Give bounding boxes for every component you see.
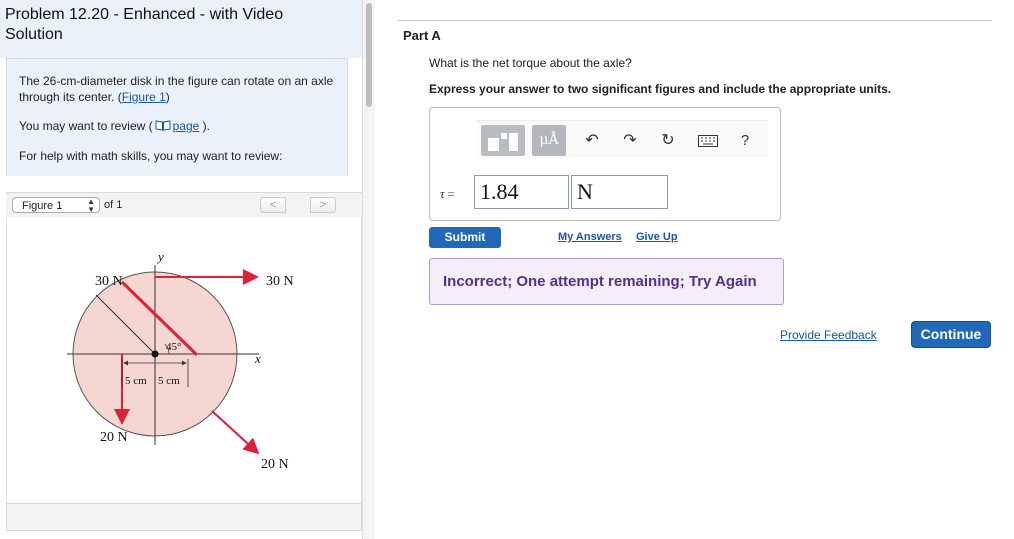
- figure-next-button[interactable]: >: [310, 197, 336, 213]
- figure-count: of 1: [104, 199, 123, 211]
- label-dim-left: 5 cm: [125, 375, 147, 387]
- label-dim-right: 5 cm: [158, 375, 180, 387]
- give-up-link[interactable]: Give Up: [636, 231, 678, 243]
- figure-prev-button[interactable]: <: [260, 197, 286, 213]
- template-icon[interactable]: [481, 125, 525, 156]
- review-prefix: You may want to review (: [19, 119, 153, 133]
- disk-figure: 30 N 30 N 20 N 20 N y x 45° 5 cm 5 cm: [67, 249, 294, 472]
- label-20n-right: 20 N: [261, 457, 289, 472]
- figure-select[interactable]: Figure 1 ▲ ▼: [12, 197, 100, 214]
- arrow-20n-right: [211, 410, 260, 455]
- review-suffix: ).: [202, 119, 211, 133]
- help-icon[interactable]: ?: [735, 125, 755, 156]
- continue-button[interactable]: Continue: [911, 321, 991, 348]
- keyboard-icon[interactable]: [695, 125, 721, 156]
- reset-icon[interactable]: ↻: [657, 125, 679, 156]
- problem-header: Problem 12.20 - Enhanced - with Video So…: [0, 0, 362, 58]
- units-button[interactable]: μÅ: [532, 125, 566, 156]
- figure-select-value: Figure 1: [22, 200, 63, 212]
- figure-footer: [6, 503, 362, 531]
- select-arrows-icon: ▲ ▼: [87, 197, 95, 214]
- left-scrollbar[interactable]: [362, 0, 375, 539]
- label-y-axis: y: [156, 249, 164, 264]
- tau-label: τ =: [440, 186, 454, 202]
- axle: [151, 350, 159, 358]
- figure-link[interactable]: Figure 1: [122, 90, 166, 104]
- template-block-right: [509, 133, 518, 151]
- submit-button[interactable]: Submit: [429, 227, 501, 248]
- feedback-banner: Incorrect; One attempt remaining; Try Ag…: [429, 258, 784, 305]
- problem-description: The 26-cm-diameter disk in the figure ca…: [6, 58, 348, 176]
- problem-panel: Problem 12.20 - Enhanced - with Video So…: [0, 0, 362, 539]
- math-help-text: For help with math skills, you may want …: [19, 149, 283, 163]
- label-30n-left: 30 N: [95, 274, 123, 289]
- template-block-small: [501, 133, 507, 139]
- label-x-axis: x: [254, 351, 261, 366]
- math-toolbar: μÅ ↶ ↷ ↻ ?: [477, 120, 768, 159]
- answer-unit-input[interactable]: N: [571, 175, 668, 209]
- figure-toolbar: Figure 1 ▲ ▼ of 1 < >: [6, 192, 362, 218]
- my-answers-link[interactable]: My Answers: [558, 231, 622, 243]
- answer-value-input[interactable]: 1.84: [474, 175, 569, 209]
- part-divider: [398, 20, 992, 21]
- instruction-text: Express your answer to two significant f…: [429, 82, 892, 96]
- part-label: Part A: [403, 28, 441, 43]
- redo-icon[interactable]: ↷: [619, 125, 641, 156]
- problem-statement: The 26-cm-diameter disk in the figure ca…: [19, 73, 337, 105]
- label-angle: 45°: [166, 341, 181, 353]
- left-scrollbar-thumb[interactable]: [366, 3, 372, 107]
- answer-box: μÅ ↶ ↷ ↻ ? τ = 1.84 N: [429, 107, 781, 221]
- problem-title: Problem 12.20 - Enhanced - with Video So…: [5, 6, 284, 43]
- review-line: You may want to review ( page ).: [19, 118, 337, 134]
- equals-sign: =: [447, 187, 455, 201]
- label-30n-right: 30 N: [266, 274, 294, 289]
- provide-feedback-link[interactable]: Provide Feedback: [780, 328, 877, 342]
- statement-text: The 26-cm-diameter disk in the figure ca…: [19, 74, 334, 104]
- statement-close: ): [165, 90, 170, 104]
- book-icon[interactable]: [155, 119, 171, 131]
- label-20n-left: 20 N: [100, 430, 128, 445]
- tau-symbol: τ: [440, 186, 445, 201]
- review-page-link[interactable]: page: [173, 119, 200, 133]
- question-text: What is the net torque about the axle?: [429, 56, 632, 70]
- figure-area: 30 N 30 N 20 N 20 N y x 45° 5 cm 5 cm: [6, 217, 362, 503]
- undo-icon[interactable]: ↶: [581, 125, 603, 156]
- template-block-left: [488, 138, 499, 151]
